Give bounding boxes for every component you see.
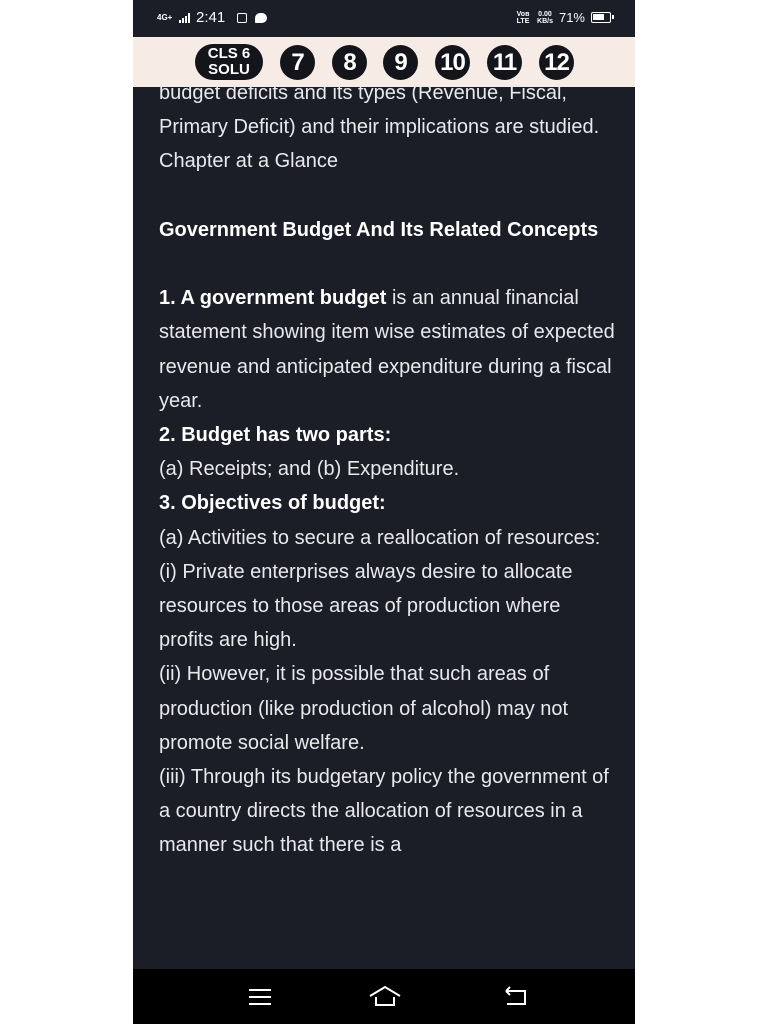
class-6-solutions-button[interactable]: CLS 6 SOLU (195, 44, 263, 80)
point-3: 3. Objectives of budget: (159, 486, 619, 520)
signal-icon (179, 12, 190, 23)
battery-icon (591, 12, 614, 23)
point-3-i: (i) Private enterprises always desire to… (159, 560, 573, 652)
class-9-button[interactable]: 9 (383, 45, 418, 80)
class-7-button[interactable]: 7 (280, 45, 315, 80)
point-3-ii: (ii) However, it is possible that such a… (159, 663, 569, 754)
point-3-iii: (iii) Through its budgetary policy the g… (159, 766, 609, 857)
point-2: 2. Budget has two parts: (159, 418, 619, 452)
point-3-bold: 3. Objectives of budget: (159, 492, 386, 515)
class-10-button[interactable]: 10 (435, 45, 470, 80)
chat-icon (255, 12, 268, 23)
data-speed: 0.00 KB/s (537, 11, 553, 25)
battery-percent: 71% (558, 10, 585, 25)
battery-level (593, 14, 604, 20)
class-8-button[interactable]: 8 (332, 45, 367, 80)
point-1: 1. A government budget is an annual fina… (159, 281, 619, 418)
status-right: Voʙ LTE 0.00 KB/s 71% (515, 10, 614, 25)
status-bar: 4G+ 2:41 Voʙ LTE 0.00 KB/s 71% (133, 0, 635, 37)
status-left: 4G+ 2:41 (157, 9, 268, 26)
intro-paragraph: budget deficits and its types (Revenue, … (159, 82, 600, 139)
point-1-bold: 1. A government budget (159, 287, 387, 310)
network-type: 4G+ (157, 12, 173, 22)
section-heading-text: Government Budget And Its Related Concep… (159, 218, 599, 241)
point-2-text: (a) Receipts; and (b) Expenditure. (159, 458, 460, 481)
home-icon[interactable] (367, 983, 403, 1011)
menu-icon[interactable] (245, 983, 275, 1011)
class-badge-line1: CLS 6 (207, 45, 251, 62)
clock-time: 2:41 (196, 9, 226, 26)
phone-screen: 4G+ 2:41 Voʙ LTE 0.00 KB/s 71% CLS 6 SOL… (133, 0, 635, 1024)
back-icon[interactable] (501, 983, 531, 1011)
speed-unit: KB/s (537, 17, 553, 25)
class-12-button[interactable]: 12 (539, 45, 574, 80)
speed-value: 0.00 (538, 10, 552, 18)
section-heading: Government Budget And Its Related Concep… (159, 213, 619, 247)
notification-icon (237, 12, 248, 23)
volte-indicator: Voʙ LTE (516, 10, 530, 25)
class-11-button[interactable]: 11 (487, 45, 522, 80)
chapter-glance-label: Chapter at a Glance (159, 150, 338, 173)
system-nav-bar (133, 969, 635, 1024)
article-content: budget deficits and its types (Revenue, … (159, 76, 619, 863)
point-3a: (a) Activities to secure a reallocation … (159, 526, 601, 549)
point-2-bold: 2. Budget has two parts: (159, 424, 392, 446)
